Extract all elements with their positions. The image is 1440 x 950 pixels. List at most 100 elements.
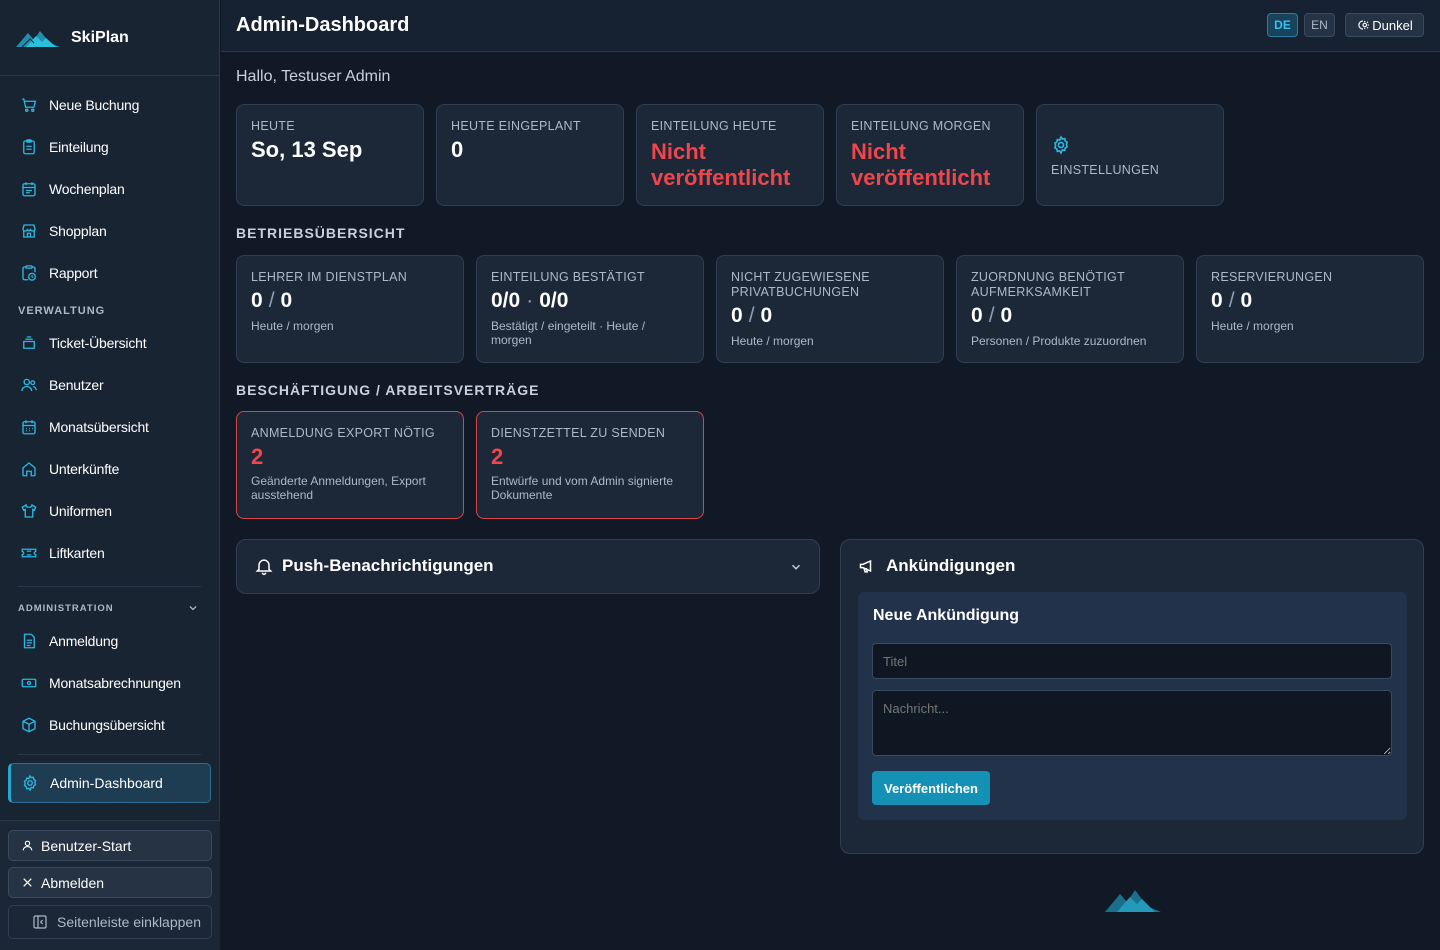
sidebar-item-anmeldung[interactable]: Anmeldung (0, 620, 219, 662)
value-separator: / (988, 304, 995, 327)
cart-icon (22, 98, 37, 112)
shirt-icon (21, 503, 37, 518)
value-today: 0/0 (491, 289, 521, 312)
user-start-button[interactable]: Benutzer-Start (8, 830, 212, 861)
card-value: 0/0 (971, 304, 1169, 328)
sidebar-item-label: Einteilung (49, 139, 109, 155)
card-subtext: Heute / morgen (251, 319, 334, 333)
sidebar-item-monatsuebersicht[interactable]: Monatsübersicht (0, 406, 219, 448)
bell-icon (255, 559, 273, 576)
top-bar: Admin-Dashboard DE EN Dunkel (221, 0, 1440, 52)
value-today: 0 (971, 304, 983, 327)
card-status-line2: veröffentlicht (851, 165, 991, 190)
theme-toggle-button[interactable]: Dunkel (1345, 13, 1424, 37)
money-icon (21, 678, 37, 688)
section-label-verwaltung: VERWALTUNG (18, 305, 106, 317)
value-tomorrow: 0 (1240, 289, 1253, 312)
user-icon (22, 840, 33, 851)
form-title: Neue Ankündigung (873, 607, 1020, 624)
card-label: HEUTE EINGEPLANT (451, 119, 581, 133)
store-icon (22, 224, 36, 238)
language-en-button[interactable]: EN (1304, 13, 1335, 37)
value-separator: / (268, 289, 275, 312)
sidebar-item-label: Ticket-Übersicht (49, 335, 147, 351)
card-subtext: Bestätigt / eingeteilt · Heute / morgen (491, 319, 646, 347)
card-today-planned: HEUTE EINGEPLANT 0 (436, 104, 624, 206)
home-icon (22, 462, 36, 477)
sidebar-item-label: Unterkünfte (49, 461, 120, 477)
sidebar-item-shopplan[interactable]: Shopplan (0, 210, 219, 252)
card-status-line2: veröffentlicht (651, 165, 791, 190)
announcements-panel: Ankündigungen Neue Ankündigung Veröffent… (840, 539, 1424, 854)
sidebar-item-admin-dashboard[interactable]: Admin-Dashboard (8, 763, 211, 803)
sidebar-item-liftkarten[interactable]: Liftkarten (0, 532, 219, 574)
sidebar-item-label: Rapport (49, 265, 98, 281)
value-tomorrow: 0 (760, 304, 773, 327)
sidebar-item-wochenplan[interactable]: Wochenplan (0, 168, 219, 210)
sidebar-item-ticket-uebersicht[interactable]: Ticket-Übersicht (0, 322, 219, 364)
megaphone-icon (859, 559, 872, 573)
card-subtext-line1: Geänderte Anmeldungen, Export (251, 474, 426, 488)
sidebar-item-neue-buchung[interactable]: Neue Buchung (0, 84, 219, 126)
card-label: EINTEILUNG BESTÄTIGT (491, 270, 645, 284)
divider (18, 754, 201, 755)
sidebar-item-buchungsuebersicht[interactable]: Buchungsübersicht (0, 704, 219, 746)
sidebar: SkiPlan Neue Buchung Einteilung Wochenpl… (0, 0, 220, 950)
card-label-line1: NICHT ZUGEWIESENE (731, 270, 870, 284)
language-de-button[interactable]: DE (1267, 13, 1298, 37)
section-heading-betrieb: BETRIEBSÜBERSICHT (236, 225, 406, 241)
document-icon (23, 633, 35, 649)
sidebar-item-benutzer[interactable]: Benutzer (0, 364, 219, 406)
sidebar-item-monatsabrechnungen[interactable]: Monatsabrechnungen (0, 662, 219, 704)
card-label: EINTEILUNG MORGEN (851, 119, 991, 133)
collapse-sidebar-button[interactable]: Seitenleiste einklappen (8, 905, 212, 939)
card-value: 2 (491, 444, 504, 469)
push-notifications-panel[interactable]: Push-Benachrichtigungen (236, 539, 820, 594)
card-label: EINTEILUNG HEUTE (651, 119, 777, 133)
sidebar-item-label: Buchungsübersicht (49, 717, 165, 733)
brand[interactable]: SkiPlan (0, 0, 219, 76)
card-label: RESERVIERUNGEN (1211, 270, 1333, 284)
card-label: ANMELDUNG EXPORT NÖTIG (251, 426, 435, 440)
value-separator: · (526, 289, 534, 312)
sidebar-item-label: Neue Buchung (49, 97, 140, 113)
card-label: EINSTELLUNGEN (1051, 163, 1160, 177)
card-subtext-line1: Entwürfe und vom Admin signierte (491, 474, 674, 488)
section-toggle-administration[interactable]: ADMINISTRATION (0, 596, 219, 620)
card-schedule-tomorrow[interactable]: EINTEILUNG MORGEN Nicht veröffentlicht (836, 104, 1024, 206)
app-name: SkiPlan (71, 28, 129, 46)
sidebar-item-label: Benutzer (49, 377, 104, 393)
calendar-grid-icon (22, 420, 36, 435)
mountain-logo-icon (16, 30, 60, 47)
card-label: LEHRER IM DIENSTPLAN (251, 270, 408, 284)
card-unassigned-private: NICHT ZUGEWIESENE PRIVATBUCHUNGEN 0/0 He… (716, 255, 944, 363)
sidebar-item-label: Wochenplan (49, 181, 125, 197)
announcement-title-input[interactable] (872, 643, 1392, 679)
sidebar-item-einteilung[interactable]: Einteilung (0, 126, 219, 168)
announcement-message-input[interactable] (872, 690, 1392, 756)
theme-label: Dunkel (1372, 17, 1413, 33)
sidebar-item-rapport[interactable]: Rapport (0, 252, 219, 294)
card-registration-export[interactable]: ANMELDUNG EXPORT NÖTIG 2 Geänderte Anmel… (236, 411, 464, 519)
user-start-label: Benutzer-Start (41, 837, 132, 854)
chevron-down-icon[interactable] (789, 560, 803, 574)
sidebar-item-unterkuenfte[interactable]: Unterkünfte (0, 448, 219, 490)
card-subtext-line2: Dokumente (491, 488, 553, 502)
panel-header: Push-Benachrichtigungen (254, 556, 494, 576)
value-tomorrow: 0 (1000, 304, 1013, 327)
logout-label: Abmelden (41, 874, 105, 891)
card-value: 0/0 (1211, 289, 1409, 313)
sidebar-item-label: Admin-Dashboard (50, 775, 163, 791)
card-subtext: Personen / Produkte zuzuordnen (971, 334, 1147, 348)
card-settings[interactable]: EINSTELLUNGEN (1036, 104, 1224, 206)
sidebar-item-label: Uniformen (49, 503, 112, 519)
gear-icon (23, 774, 37, 792)
card-subtext: Heute / morgen (731, 334, 814, 348)
card-schedule-today[interactable]: EINTEILUNG HEUTE Nicht veröffentlicht (636, 104, 824, 206)
publish-button[interactable]: Veröffentlichen (872, 771, 990, 805)
header-controls: DE EN Dunkel (1267, 13, 1424, 37)
greeting: Hallo, Testuser Admin (236, 68, 391, 85)
logout-button[interactable]: Abmelden (8, 867, 212, 898)
card-duty-slips[interactable]: DIENSTZETTEL ZU SENDEN 2 Entwürfe und vo… (476, 411, 704, 519)
sidebar-item-uniformen[interactable]: Uniformen (0, 490, 219, 532)
